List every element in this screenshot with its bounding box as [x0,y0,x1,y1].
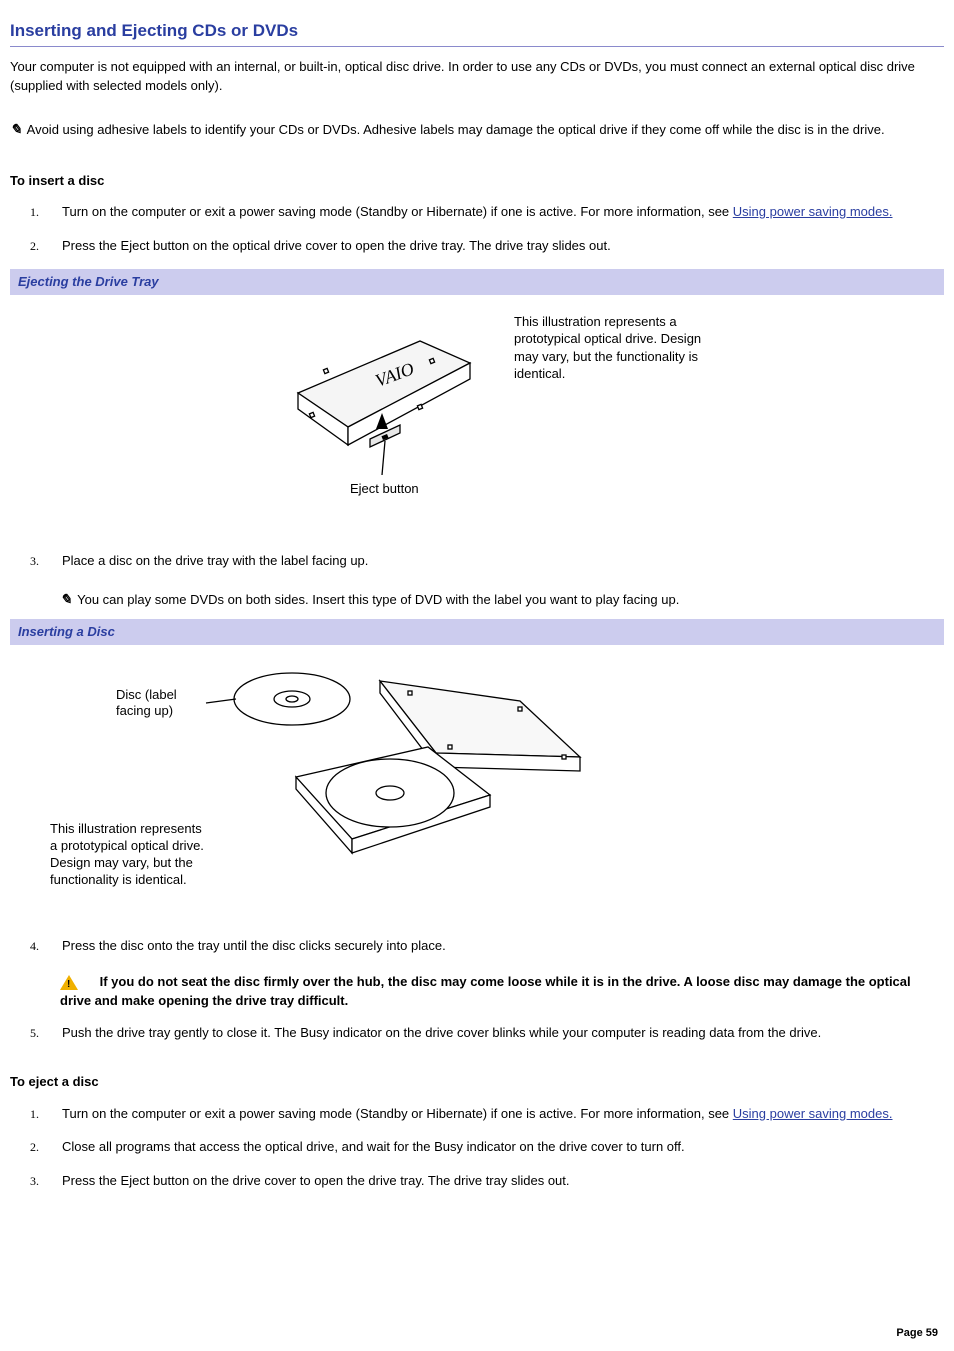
link-power-saving-modes[interactable]: Using power saving modes. [733,204,893,219]
note-adhesive-labels: ✎ Avoid using adhesive labels to identif… [10,120,944,141]
step-number: 3. [30,552,39,570]
drive-illustration-eject: VAIO Eject button [270,305,490,525]
insert-steps-list-cont2: 4. Press the disc onto the tray until th… [10,936,944,956]
step-number: 2. [30,1138,39,1156]
step-text: Turn on the computer or exit a power sav… [62,204,733,219]
figure-caption-text: This illustration represents a prototypi… [514,313,724,383]
eject-step-1: 1. Turn on the computer or exit a power … [60,1104,944,1124]
step-number: 3. [30,1172,39,1190]
warning-seat-disc: If you do not seat the disc firmly over … [60,972,944,1011]
step-text: Press the Eject button on the drive cove… [62,1173,570,1188]
label-disc-line1: Disc (label [116,687,177,702]
step-number: 1. [30,203,39,221]
step-text: Press the disc onto the tray until the d… [62,938,446,953]
insert-step-4: 4. Press the disc onto the tray until th… [60,936,944,956]
step-text: Turn on the computer or exit a power sav… [62,1106,733,1121]
note-text: You can play some DVDs on both sides. In… [77,592,679,607]
eject-steps-list: 1. Turn on the computer or exit a power … [10,1104,944,1191]
caption-ejecting-tray: Ejecting the Drive Tray [10,269,944,295]
insert-step-2: 2. Press the Eject button on the optical… [60,236,944,256]
insert-steps-list-cont3: 5. Push the drive tray gently to close i… [10,1023,944,1043]
step-number: 4. [30,937,39,955]
page-title: Inserting and Ejecting CDs or DVDs [10,18,944,47]
eject-step-2: 2. Close all programs that access the op… [60,1137,944,1157]
caption-inserting-disc: Inserting a Disc [10,619,944,645]
label-disc-line2: facing up) [116,703,173,718]
fig2-caption-l2: a prototypical optical drive. [50,838,204,853]
note-dvd-both-sides: ✎ You can play some DVDs on both sides. … [60,590,944,611]
page-number: Page 59 [896,1325,938,1342]
step-number: 2. [30,237,39,255]
insert-step-3: 3. Place a disc on the drive tray with t… [60,551,944,571]
eject-step-3: 3. Press the Eject button on the drive c… [60,1171,944,1191]
intro-paragraph: Your computer is not equipped with an in… [10,57,944,96]
insert-steps-list-cont: 3. Place a disc on the drive tray with t… [10,551,944,571]
step-number: 1. [30,1105,39,1123]
fig2-caption-l3: Design may vary, but the [50,855,193,870]
fig2-caption-l4: functionality is identical. [50,872,187,887]
fig2-caption-l1: This illustration represents [50,821,202,836]
label-eject-button: Eject button [350,481,419,496]
note-text: Avoid using adhesive labels to identify … [27,122,885,137]
insert-step-5: 5. Push the drive tray gently to close i… [60,1023,944,1043]
figure-ejecting-tray: VAIO Eject button This illustration repr… [10,295,944,541]
heading-to-eject: To eject a disc [10,1072,944,1092]
step-text: Close all programs that access the optic… [62,1139,685,1154]
link-power-saving-modes[interactable]: Using power saving modes. [733,1106,893,1121]
warning-icon [60,975,78,990]
step-number: 5. [30,1024,39,1042]
insert-steps-list: 1. Turn on the computer or exit a power … [10,202,944,255]
step-text: Push the drive tray gently to close it. … [62,1025,821,1040]
step-text: Press the Eject button on the optical dr… [62,238,611,253]
heading-to-insert: To insert a disc [10,171,944,191]
note-icon: ✎ [60,590,72,611]
drive-illustration-insert: Disc (label facing up) This illustration… [50,655,610,905]
step-text: Place a disc on the drive tray with the … [62,553,368,568]
note-icon: ✎ [10,120,22,141]
warning-text: If you do not seat the disc firmly over … [60,974,911,1009]
insert-step-1: 1. Turn on the computer or exit a power … [60,202,944,222]
figure-inserting-disc: Disc (label facing up) This illustration… [10,645,944,927]
